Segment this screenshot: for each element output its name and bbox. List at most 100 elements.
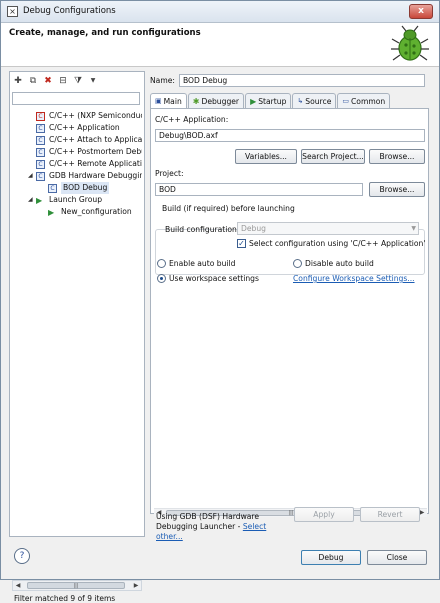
radio-selected-icon xyxy=(157,274,166,283)
tree-item[interactable]: C C/C++ Application xyxy=(12,122,142,134)
tree-item-label: BOD Debug xyxy=(61,182,110,194)
tab-debugger[interactable]: ✱ Debugger xyxy=(187,93,245,108)
common-tab-icon: ▭ xyxy=(342,96,349,105)
tree-item[interactable]: ◢ C GDB Hardware Debugging xyxy=(12,170,142,182)
radio-label: Disable auto build xyxy=(305,259,374,268)
tree-item[interactable]: C C/C++ (NXP Semiconductors) xyxy=(12,110,142,122)
scrollbar-thumb[interactable]: ||| xyxy=(27,582,125,589)
tab-source[interactable]: ↳ Source xyxy=(292,93,337,108)
tree-item-selected[interactable]: C BOD Debug xyxy=(12,182,142,194)
tree-item[interactable]: ◢ ▶ Launch Group xyxy=(12,194,142,206)
browse-application-button[interactable]: Browse... xyxy=(369,149,425,164)
launch-group-icon: ▶ xyxy=(36,195,43,205)
tree-item-label: Launch Group xyxy=(49,195,103,204)
radio-icon xyxy=(157,259,166,268)
tab-label: Common xyxy=(351,96,386,106)
chevron-down-icon[interactable]: ▼ xyxy=(87,75,99,87)
main-tab-icon: ▣ xyxy=(155,96,162,105)
tree-item-label: C/C++ (NXP Semiconductors) xyxy=(49,111,142,120)
tree-item-label: GDB Hardware Debugging xyxy=(49,171,142,180)
disable-auto-build-radio[interactable]: Disable auto build xyxy=(293,259,374,268)
debug-button[interactable]: Debug xyxy=(301,550,361,565)
name-label: Name: xyxy=(150,76,175,85)
configure-workspace-settings-link[interactable]: Configure Workspace Settings... xyxy=(293,274,415,283)
new-config-icon[interactable]: ✚ xyxy=(12,75,24,87)
radio-label: Enable auto build xyxy=(169,259,236,268)
expand-toggle-icon[interactable]: ◢ xyxy=(28,170,36,182)
delete-icon[interactable]: ✖ xyxy=(42,75,54,87)
application-field[interactable]: Debug\BOD.axf xyxy=(155,129,425,142)
config-tabs: ▣ Main ✱ Debugger ▶ Startup ↳ Source ▭ C… xyxy=(150,93,391,108)
tree-item-label: C/C++ Postmortem Debugger xyxy=(49,147,142,156)
radio-icon xyxy=(293,259,302,268)
project-label: Project: xyxy=(155,169,184,178)
c-config-icon: C xyxy=(36,123,45,133)
source-tab-icon: ↳ xyxy=(297,96,304,105)
bug-icon xyxy=(391,25,429,61)
debug-app-icon: ⨯ xyxy=(7,6,18,17)
use-workspace-settings-radio[interactable]: Use workspace settings xyxy=(157,274,259,283)
revert-button[interactable]: Revert xyxy=(360,507,420,522)
launcher-info: Using GDB (DSF) Hardware Debugging Launc… xyxy=(156,512,274,542)
duplicate-icon[interactable]: ⧉ xyxy=(27,75,39,87)
radio-label: Use workspace settings xyxy=(169,274,259,283)
build-group-box xyxy=(155,229,425,275)
variables-button[interactable]: Variables... xyxy=(235,149,297,164)
main-tab-panel: C/C++ Application: Debug\BOD.axf Variabl… xyxy=(150,108,429,517)
dialog-header: Create, manage, and run configurations xyxy=(1,23,439,67)
collapse-all-icon[interactable]: ⊟ xyxy=(57,75,69,87)
tree-horizontal-scrollbar[interactable]: ◀ ||| ▶ xyxy=(12,580,142,591)
expand-toggle-icon[interactable]: ◢ xyxy=(28,194,36,206)
scroll-left-icon[interactable]: ◀ xyxy=(13,581,23,590)
c-config-icon: C xyxy=(48,183,57,193)
tab-label: Source xyxy=(305,96,332,106)
tree-item-label: New_configuration xyxy=(61,207,132,216)
help-icon[interactable]: ? xyxy=(14,548,30,564)
tree-item-label: C/C++ Remote Application xyxy=(49,159,142,168)
window-title: Debug Configurations xyxy=(23,6,116,16)
name-row: Name: BOD Debug xyxy=(150,74,425,87)
apply-button[interactable]: Apply xyxy=(294,507,354,522)
checkbox-checked-icon: ✓ xyxy=(237,239,246,248)
configuration-editor: Name: BOD Debug ▣ Main ✱ Debugger ▶ Star… xyxy=(148,71,433,541)
tree-item[interactable]: C C/C++ Attach to Application xyxy=(12,134,142,146)
c-config-icon: C xyxy=(36,171,45,181)
tree-item-label: C/C++ Attach to Application xyxy=(49,135,142,144)
select-config-checkbox[interactable]: ✓ Select configuration using 'C/C++ Appl… xyxy=(237,239,425,248)
startup-tab-icon: ▶ xyxy=(250,96,257,106)
debugger-tab-icon: ✱ xyxy=(192,96,200,106)
project-field[interactable]: BOD xyxy=(155,183,363,196)
configuration-tree: C C/C++ (NXP Semiconductors) C C/C++ App… xyxy=(12,110,142,218)
name-field[interactable]: BOD Debug xyxy=(178,74,425,87)
tree-item-label: C/C++ Application xyxy=(49,123,120,132)
tab-main[interactable]: ▣ Main xyxy=(150,93,187,108)
c-config-icon: C xyxy=(36,159,45,169)
tab-common[interactable]: ▭ Common xyxy=(337,93,391,108)
scroll-right-icon[interactable]: ▶ xyxy=(131,581,141,590)
c-config-icon: C xyxy=(36,111,45,121)
search-project-button[interactable]: Search Project... xyxy=(301,149,365,164)
tree-item[interactable]: C C/C++ Postmortem Debugger xyxy=(12,146,142,158)
build-config-select[interactable]: Debug ▼ xyxy=(237,222,419,235)
configuration-list-pane: ✚ ⧉ ✖ ⊟ ⧩ ▼ C C/C++ (NXP Semiconductors)… xyxy=(9,71,145,603)
debug-configurations-window: ⨯ Debug Configurations x Create, manage,… xyxy=(0,0,440,603)
window-close-button[interactable]: x xyxy=(409,4,433,19)
checkbox-label: Select configuration using 'C/C++ Applic… xyxy=(249,239,426,248)
tree-item[interactable]: C C/C++ Remote Application xyxy=(12,158,142,170)
browse-project-button[interactable]: Browse... xyxy=(369,182,425,197)
c-config-icon: C xyxy=(36,135,45,145)
filter-input[interactable] xyxy=(12,92,140,105)
launch-group-icon: ▶ xyxy=(48,207,55,217)
close-button[interactable]: Close xyxy=(367,550,427,565)
filter-status: Filter matched 9 of 9 items xyxy=(14,594,116,603)
tree-item[interactable]: ▶ New_configuration xyxy=(12,206,142,218)
configuration-toolbar: ✚ ⧉ ✖ ⊟ ⧩ ▼ xyxy=(12,74,99,88)
tab-label: Startup xyxy=(258,96,287,106)
tab-label: Debugger xyxy=(201,96,240,106)
enable-auto-build-radio[interactable]: Enable auto build xyxy=(157,259,235,268)
tab-label: Main xyxy=(163,96,182,106)
dialog-heading: Create, manage, and run configurations xyxy=(9,28,201,38)
application-label: C/C++ Application: xyxy=(155,115,229,124)
tab-startup[interactable]: ▶ Startup xyxy=(245,93,292,108)
filter-icon[interactable]: ⧩ xyxy=(72,75,84,87)
